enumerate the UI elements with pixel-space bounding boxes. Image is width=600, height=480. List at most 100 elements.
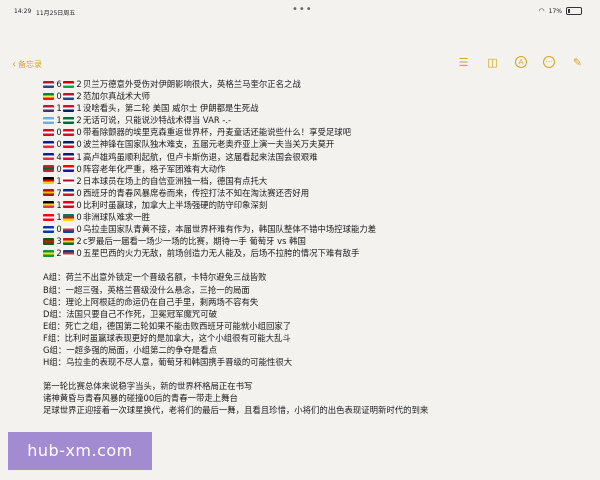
score-b: 0	[76, 199, 82, 210]
camera-icon[interactable]: ◫	[486, 56, 499, 69]
match-row: 1 2 无话可说，只能说沙特战术得当 VAR -.-	[43, 114, 583, 126]
summary-line: 诸神黄昏与青春风暴的碰撞00后的青春一带走上舞台	[43, 393, 238, 404]
match-row: 0 2 范加尔真战术大师	[43, 90, 583, 102]
match-row: 1 0 非洲球队难求一胜	[43, 211, 583, 223]
match-comment: 阵容老年化严重，格子军团难有大动作	[83, 163, 226, 174]
group-line: H组：乌拉圭的表现不尽人意，葡萄牙和韩国携手晋级的可能性很大	[43, 357, 293, 368]
score-b: 1	[76, 151, 82, 162]
multitask-dots-icon[interactable]: •••	[292, 4, 313, 15]
status-time: 14:29	[14, 8, 32, 15]
status-bar: 14:29 11月25日周五 ••• ◠ 17%	[0, 0, 600, 22]
score-b: 0	[76, 248, 82, 259]
score-b: 2	[76, 115, 82, 126]
match-comment: 贝兰万德意外受伤对伊朗影响很大，英格兰马奎尔正名之战	[83, 79, 301, 89]
team-a-flag-icon	[43, 141, 54, 149]
score-b: 2	[76, 79, 82, 89]
team-a-flag-icon	[43, 213, 54, 221]
group-line: D组：法国只要自己不作死，卫冕冠军魔咒可破	[43, 308, 217, 319]
team-b-flag-icon	[63, 249, 74, 257]
score-a: 0	[56, 91, 62, 102]
match-row: 7 0 西班牙的青春风暴席卷而来，传控打法不知在淘汰赛还否好用	[43, 187, 583, 199]
score-a: 7	[56, 187, 62, 198]
match-row: 6 2 贝兰万德意外受伤对伊朗影响很大，英格兰马奎尔正名之战	[43, 78, 583, 90]
team-a-flag-icon	[43, 116, 54, 124]
chevron-left-icon: ‹	[12, 58, 16, 70]
match-row: 1 1 没啥看头，第二轮 美国 威尔士 伊朗都是生死战	[43, 102, 583, 114]
score-a: 1	[56, 199, 62, 210]
team-b-flag-icon	[63, 92, 74, 100]
score-a: 0	[56, 163, 62, 174]
group-line: C组：理论上阿根廷的命运仍在自己手里，剩两场不容有失	[43, 296, 259, 307]
team-a-flag-icon	[43, 189, 54, 197]
note-body[interactable]: 6 2 贝兰万德意外受伤对伊朗影响很大，英格兰马奎尔正名之战 0 2 范加尔真战术大师 1 1…	[43, 78, 583, 416]
match-comment: 五星巴西的火力无敌，前场创造力无人能及，后场不拉胯的情况下难有敌手	[83, 248, 360, 259]
team-a-flag-icon	[43, 201, 54, 209]
score-a: 1	[56, 103, 62, 114]
team-b-flag-icon	[63, 80, 74, 88]
score-b: 2	[76, 175, 82, 186]
team-a-flag-icon	[43, 237, 54, 245]
match-row: 4 1 高卢雄鸡虽顺利起航，但卢卡斯伤退，这届看起来法国会很艰难	[43, 151, 583, 163]
match-comment: 高卢雄鸡虽顺利起航，但卢卡斯伤退，这届看起来法国会很艰难	[83, 151, 318, 162]
match-row: 1 0 比利时虽赢球，加拿大上半场强硬的防守印象深刻	[43, 199, 583, 211]
match-comment: 无话可说，只能说沙特战术得当 VAR -.-	[83, 115, 232, 126]
team-b-flag-icon	[63, 225, 74, 233]
match-row: 1 2 日本球员在场上的自信亚洲独一档，德国有点托大	[43, 175, 583, 187]
compose-icon[interactable]: ✎	[571, 56, 584, 69]
team-b-flag-icon	[63, 116, 74, 124]
score-a: 6	[56, 79, 62, 89]
score-a: 1	[56, 212, 62, 223]
group-line: E组：死亡之组，德国第二轮如果不能击败西班牙可能就小组回家了	[43, 320, 292, 331]
score-a: 1	[56, 175, 62, 186]
team-a-flag-icon	[43, 128, 54, 136]
score-a: 0	[56, 224, 62, 235]
score-a: 0	[56, 139, 62, 150]
battery-percent: 17%	[548, 7, 562, 15]
summary-list: 第一轮比赛总体来说稳字当头，新的世界杯格局正在书写 诸神黄昏与青春风暴的碰撞00后…	[43, 380, 583, 416]
summary-line: 第一轮比赛总体来说稳字当头，新的世界杯格局正在书写	[43, 381, 253, 392]
group-line: B组：一超三强，英格兰晋级没什么悬念，三抢一的局面	[43, 284, 250, 295]
score-a: 4	[56, 151, 62, 162]
match-row: 0 0 波兰神锋在国家队独木难支，五届元老奥乔亚上演一夫当关万夫莫开	[43, 138, 583, 150]
match-row: 3 2 c罗最后一届看一场少一场的比赛，期待一手 葡萄牙 vs 韩国	[43, 235, 583, 247]
score-a: 2	[56, 248, 62, 259]
group-list: A组：荷兰不出意外锁定一个晋级名额，卡特尔避免三战皆败 B组：一超三强，英格兰晋级…	[43, 271, 583, 368]
status-date: 11月25日周五	[36, 10, 76, 17]
back-button[interactable]: ‹ 备忘录	[12, 59, 42, 70]
group-line: A组：荷兰不出意外锁定一个晋级名额，卡特尔避免三战皆败	[43, 272, 267, 283]
team-a-flag-icon	[43, 153, 54, 161]
score-b: 0	[76, 163, 82, 174]
team-b-flag-icon	[63, 128, 74, 136]
markup-icon[interactable]: A	[515, 56, 527, 68]
battery-icon	[566, 7, 582, 15]
toolbar-actions: ☰ ◫ A ··· ✎	[457, 56, 584, 69]
group-line: G组：一超多强的局面，小组第二的争夺是看点	[43, 344, 217, 355]
match-row: 0 0 乌拉圭国家队青黄不接，本届世界杯难有作为，韩国队整体不错中场控球能力差	[43, 223, 583, 235]
score-b: 0	[76, 224, 82, 235]
wifi-icon: ◠	[538, 7, 545, 15]
checklist-icon[interactable]: ☰	[457, 56, 470, 69]
match-list: 6 2 贝兰万德意外受伤对伊朗影响很大，英格兰马奎尔正名之战 0 2 范加尔真战术大师 1 1…	[43, 78, 583, 259]
team-b-flag-icon	[63, 165, 74, 173]
match-comment: 比利时虽赢球，加拿大上半场强硬的防守印象深刻	[83, 199, 268, 210]
team-b-flag-icon	[63, 213, 74, 221]
match-comment: 乌拉圭国家队青黄不接，本届世界杯难有作为，韩国队整体不错中场控球能力差	[83, 224, 377, 235]
team-a-flag-icon	[43, 225, 54, 233]
more-icon[interactable]: ···	[543, 56, 555, 68]
team-a-flag-icon	[43, 92, 54, 100]
team-a-flag-icon	[43, 165, 54, 173]
battery-fill	[568, 9, 571, 13]
match-row: 0 0 阵容老年化严重，格子军团难有大动作	[43, 163, 583, 175]
match-row: 0 0 带着除颤器的埃里克森重返世界杯，丹麦童话还能说些什么！享受足球吧	[43, 126, 583, 138]
score-b: 2	[76, 91, 82, 102]
notes-toolbar: ‹ 备忘录 ☰ ◫ A ··· ✎	[0, 50, 600, 76]
team-b-flag-icon	[63, 104, 74, 112]
team-b-flag-icon	[63, 237, 74, 245]
match-comment: 西班牙的青春风暴席卷而来，传控打法不知在淘汰赛还否好用	[83, 187, 310, 198]
watermark: hub-xm.com	[8, 432, 152, 470]
back-label: 备忘录	[18, 60, 42, 69]
team-a-flag-icon	[43, 80, 54, 88]
match-comment: c罗最后一届看一场少一场的比赛，期待一手 葡萄牙 vs 韩国	[83, 236, 306, 247]
team-b-flag-icon	[63, 141, 74, 149]
score-b: 1	[76, 103, 82, 114]
